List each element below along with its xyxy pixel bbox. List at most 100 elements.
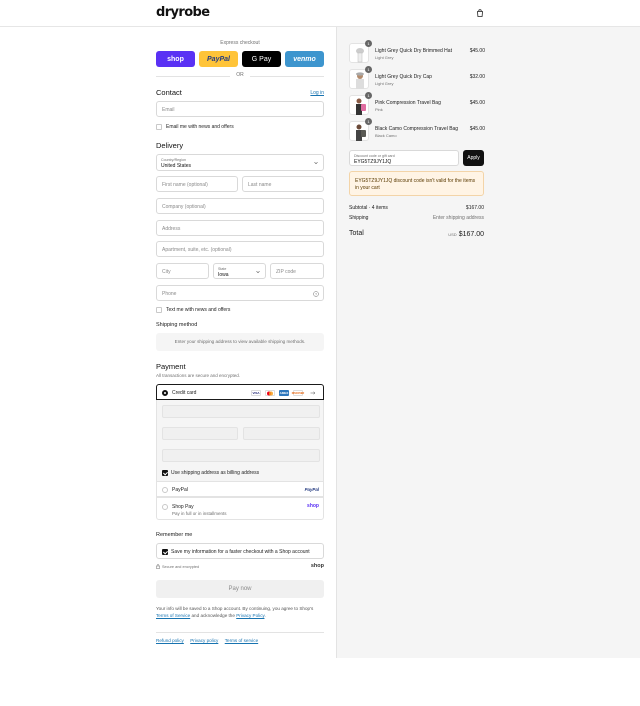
remember-heading: Remember me: [156, 532, 193, 538]
apply-button[interactable]: Apply: [463, 150, 484, 166]
first-name-field[interactable]: First name (optional): [156, 176, 238, 192]
shop-pay-button[interactable]: shop: [156, 51, 195, 67]
sms-label: Text me with news and offers: [166, 307, 231, 313]
shop-pay-option[interactable]: Shop Pay Pay in full or in installments …: [156, 497, 324, 520]
save-info-box[interactable]: Save my information for a faster checkou…: [156, 543, 324, 559]
country-select[interactable]: Country/Region United States: [156, 154, 324, 171]
shopping-bag-icon[interactable]: [476, 9, 484, 17]
address-field[interactable]: Address: [156, 220, 324, 236]
paypal-button[interactable]: PayPal: [199, 51, 238, 67]
product-thumbnail: 1: [349, 118, 372, 141]
shipping-row: Shipping Enter shipping address: [349, 215, 484, 221]
quantity-badge: 1: [365, 118, 372, 125]
last-name-field[interactable]: Last name: [242, 176, 324, 192]
credit-card-radio[interactable]: [162, 390, 168, 396]
item-title: Black Camo Compression Travel Bag: [375, 126, 459, 132]
expiration-field[interactable]: [162, 427, 238, 440]
cart-item: 1 Black Camo Compression Travel Bag Blac…: [349, 118, 485, 145]
discount-warning: EYG5TZ9JY1JQ discount code isn't valid f…: [349, 171, 484, 196]
item-variant: Light Grey: [375, 55, 394, 60]
or-divider: OR: [156, 72, 324, 80]
help-icon[interactable]: ?: [313, 291, 319, 297]
zip-field[interactable]: ZIP code: [270, 263, 324, 279]
express-checkout-label: Express checkout: [220, 40, 260, 46]
payment-subtext: All transactions are secure and encrypte…: [156, 373, 241, 378]
item-title: Pink Compression Travel Bag: [375, 100, 441, 106]
subtotal-label: Subtotal · 4 items: [349, 205, 388, 211]
card-number-field[interactable]: [162, 405, 320, 418]
quantity-badge: 1: [365, 40, 372, 47]
more-cards-icon: [310, 391, 316, 395]
svg-text:?: ?: [315, 292, 317, 296]
lock-icon: [156, 564, 160, 569]
save-info-label: Save my information for a faster checkou…: [171, 548, 310, 555]
cart-item: 1 Pink Compression Travel Bag Pink $45.0…: [349, 92, 485, 119]
shop-pay-subtext: Pay in full or in installments: [172, 511, 227, 516]
shipping-label: Shipping: [349, 215, 369, 221]
phone-field[interactable]: Phone ?: [156, 285, 324, 301]
billing-address-checkbox[interactable]: [162, 470, 168, 476]
item-variant: Light Grey: [375, 81, 394, 86]
contact-heading: Contact: [156, 88, 182, 97]
total-row: Total USD $167.00: [349, 230, 484, 240]
apartment-field[interactable]: Apartment, suite, etc. (optional): [156, 241, 324, 257]
total-label: Total: [349, 230, 364, 237]
site-header: dryrobe: [0, 0, 640, 27]
amex-icon: AMEX: [279, 390, 289, 396]
mastercard-icon: [265, 390, 275, 396]
discover-icon: DISCOVER: [291, 390, 305, 396]
shipping-method-heading: Shipping method: [156, 322, 198, 328]
paypal-option[interactable]: PayPal PayPal: [156, 481, 324, 497]
legal-text: Your info will be saved to a Shop accoun…: [156, 606, 314, 618]
credit-card-label: Credit card: [172, 390, 197, 396]
billing-address-label: Use shipping address as billing address: [171, 470, 260, 476]
newsletter-label: Email me with news and offers: [166, 124, 234, 130]
quantity-badge: 1: [365, 66, 372, 73]
item-title: Light Grey Quick Dry Cap: [375, 74, 432, 80]
cart-item: 1 Light Grey Quick Dry Brimmed Hat Light…: [349, 40, 485, 67]
privacy-link[interactable]: Privacy Policy: [236, 613, 264, 618]
paypal-radio[interactable]: [162, 487, 168, 493]
payment-heading: Payment: [156, 362, 186, 371]
item-variant: Pink: [375, 107, 383, 112]
product-thumbnail: 1: [349, 92, 372, 115]
subtotal-value: $167.00: [465, 205, 484, 211]
shipping-value: Enter shipping address: [432, 215, 484, 221]
refund-policy-link[interactable]: Refund policy: [156, 638, 184, 643]
product-thumbnail: 1: [349, 40, 372, 63]
item-variant: Black Camo: [375, 133, 397, 138]
shop-pay-radio[interactable]: [162, 504, 168, 510]
brand-logo[interactable]: dryrobe: [156, 5, 210, 20]
city-field[interactable]: City: [156, 263, 209, 279]
newsletter-checkbox[interactable]: [156, 124, 162, 130]
footer-divider: [156, 632, 324, 633]
shop-logo: shop: [310, 563, 324, 569]
shop-pay-logo: shop: [307, 503, 319, 509]
item-price: $32.00: [469, 74, 485, 80]
total-amount: USD $167.00: [448, 231, 484, 238]
discount-code-field[interactable]: Discount code or gift card EYG5TZ9JY1JQ: [349, 150, 459, 166]
chevron-down-icon: [256, 270, 260, 274]
item-title: Light Grey Quick Dry Brimmed Hat: [375, 48, 452, 54]
total-value: $167.00: [458, 231, 484, 238]
google-pay-button[interactable]: G Pay: [242, 51, 281, 67]
sms-checkbox[interactable]: [156, 307, 162, 313]
email-field[interactable]: Email: [156, 101, 324, 117]
save-info-checkbox[interactable]: [162, 548, 168, 555]
subtotal-row: Subtotal · 4 items $167.00: [349, 205, 484, 211]
state-select[interactable]: State Iowa: [213, 263, 266, 279]
visa-icon: VISA: [251, 390, 261, 396]
name-on-card-field[interactable]: [162, 449, 320, 462]
company-field[interactable]: Company (optional): [156, 198, 324, 214]
terms-of-service-link[interactable]: Terms of service: [225, 638, 258, 643]
currency-code: USD: [448, 232, 457, 237]
pay-now-button[interactable]: Pay now: [156, 580, 324, 598]
shipping-method-notice: Enter your shipping address to view avai…: [156, 333, 324, 351]
security-code-field[interactable]: [243, 427, 320, 440]
privacy-policy-link[interactable]: Privacy policy: [190, 638, 218, 643]
credit-card-option[interactable]: Credit card VISA AMEX DISCOVER: [156, 384, 324, 400]
venmo-button[interactable]: venmo: [285, 51, 324, 67]
terms-link[interactable]: Terms of Service: [156, 613, 190, 618]
login-link[interactable]: Log in: [310, 90, 324, 96]
shop-pay-label: Shop Pay: [172, 504, 194, 510]
